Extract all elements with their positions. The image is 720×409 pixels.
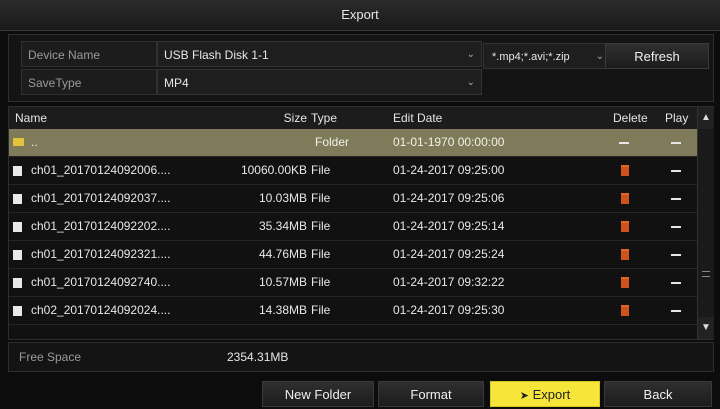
- chevron-down-icon: ⌄: [466, 77, 475, 88]
- file-size: 35.34MB: [258, 219, 307, 233]
- file-size: 14.38MB: [258, 303, 307, 317]
- file-edit-date: 01-24-2017 09:25:14: [393, 219, 505, 233]
- export-button-label: Export: [532, 387, 571, 402]
- savetype-select[interactable]: MP4 ⌄: [157, 69, 482, 95]
- device-name-value: USB Flash Disk 1-1: [164, 48, 269, 62]
- play-disabled-icon: [671, 142, 681, 144]
- device-name-label: Device Name: [21, 41, 157, 67]
- file-type: Folder: [315, 135, 350, 149]
- trash-icon[interactable]: [621, 249, 629, 260]
- play-disabled-icon: [671, 226, 681, 228]
- file-icon: [13, 222, 22, 232]
- file-type: File: [311, 219, 331, 233]
- savetype-row: SaveType MP4 ⌄: [17, 69, 482, 95]
- refresh-button[interactable]: Refresh: [605, 43, 709, 69]
- trash-icon[interactable]: [621, 165, 629, 176]
- back-button[interactable]: Back: [604, 381, 712, 407]
- trash-icon[interactable]: [621, 193, 629, 204]
- table-row[interactable]: .. Folder 01-01-1970 00:00:00: [9, 129, 697, 157]
- table-row[interactable]: ch02_20170124092024.... 14.38MB File 01-24-…: [9, 297, 697, 325]
- device-panel: Device Name USB Flash Disk 1-1 ⌄ SaveTyp…: [8, 34, 714, 102]
- file-type: File: [311, 247, 331, 261]
- play-disabled-icon: [671, 282, 681, 284]
- trash-icon[interactable]: [621, 305, 629, 316]
- play-disabled-icon: [671, 170, 681, 172]
- table-row[interactable]: ch01_20170124092037.... 10.03MB File 01-24-…: [9, 185, 697, 213]
- scrollbar[interactable]: ▲ ▼: [697, 107, 714, 339]
- dialog-title: Export: [0, 0, 720, 31]
- cursor-arrow-icon: ➤: [519, 390, 529, 402]
- play-disabled-icon: [671, 198, 681, 200]
- scroll-up-icon[interactable]: ▲: [698, 107, 714, 129]
- file-name: ..: [31, 135, 38, 149]
- file-size: 10.57MB: [258, 275, 307, 289]
- file-edit-date: 01-24-2017 09:25:24: [393, 247, 505, 261]
- savetype-value: MP4: [164, 76, 189, 90]
- file-edit-date: 01-24-2017 09:25:30: [393, 303, 505, 317]
- file-type: File: [311, 275, 331, 289]
- play-disabled-icon: [671, 254, 681, 256]
- file-type: File: [311, 163, 331, 177]
- free-space-value: 2354.31MB: [227, 350, 289, 364]
- format-button[interactable]: Format: [378, 381, 484, 407]
- file-type-filter-value: *.mp4;*.avi;*.zip: [492, 51, 570, 63]
- file-name: ch01_20170124092037....: [31, 191, 171, 205]
- file-type: File: [311, 191, 331, 205]
- file-edit-date: 01-24-2017 09:25:00: [393, 163, 505, 177]
- scroll-grip: [702, 271, 710, 272]
- table-row[interactable]: ch01_20170124092740.... 10.57MB File 01-24-…: [9, 269, 697, 297]
- free-space-label: Free Space: [19, 350, 82, 364]
- table-header: Name Size Type Edit Date Delete Play: [9, 107, 697, 130]
- file-icon: [13, 278, 22, 288]
- scroll-grip: [702, 276, 710, 277]
- play-disabled-icon: [671, 310, 681, 312]
- device-name-row: Device Name USB Flash Disk 1-1 ⌄: [17, 41, 482, 67]
- file-icon: [13, 250, 22, 260]
- folder-icon: [13, 138, 24, 146]
- file-type: File: [311, 303, 331, 317]
- col-name[interactable]: Name: [15, 107, 47, 129]
- savetype-label: SaveType: [21, 69, 157, 95]
- col-type[interactable]: Type: [311, 107, 337, 129]
- file-name: ch01_20170124092740....: [31, 275, 171, 289]
- file-icon: [13, 166, 22, 176]
- file-icon: [13, 194, 22, 204]
- device-name-select[interactable]: USB Flash Disk 1-1 ⌄: [157, 41, 482, 67]
- file-edit-date: 01-01-1970 00:00:00: [393, 135, 505, 149]
- col-play: Play: [665, 111, 689, 125]
- file-size: 10060.00KB: [240, 163, 307, 177]
- chevron-down-icon: ⌄: [466, 49, 475, 60]
- file-edit-date: 01-24-2017 09:25:06: [393, 191, 505, 205]
- file-size: [219, 129, 307, 156]
- file-size: 44.76MB: [258, 247, 307, 261]
- col-delete: Delete: [613, 111, 648, 125]
- chevron-down-icon: ⌄: [595, 51, 604, 62]
- scroll-down-icon[interactable]: ▼: [698, 317, 714, 339]
- trash-icon[interactable]: [621, 277, 629, 288]
- col-size[interactable]: Size: [267, 107, 307, 129]
- file-edit-date: 01-24-2017 09:32:22: [393, 275, 505, 289]
- file-name: ch01_20170124092006....: [31, 163, 171, 177]
- table-row[interactable]: ch01_20170124092202.... 35.34MB File 01-24-…: [9, 213, 697, 241]
- col-edit-date[interactable]: Edit Date: [393, 107, 442, 129]
- file-icon: [13, 306, 22, 316]
- export-button[interactable]: ➤ Export: [490, 381, 600, 407]
- file-name: ch01_20170124092321....: [31, 247, 171, 261]
- free-space-bar: Free Space 2354.31MB: [8, 342, 714, 372]
- delete-disabled-icon: [619, 142, 629, 144]
- trash-icon[interactable]: [621, 221, 629, 232]
- table-row[interactable]: ch01_20170124092321.... 44.76MB File 01-24-…: [9, 241, 697, 269]
- file-name: ch01_20170124092202....: [31, 219, 171, 233]
- file-name: ch02_20170124092024....: [31, 303, 171, 317]
- table-row[interactable]: ch01_20170124092006.... 10060.00KB File 01-…: [9, 157, 697, 185]
- file-table: Name Size Type Edit Date Delete Play .. F…: [8, 106, 714, 340]
- file-type-filter[interactable]: *.mp4;*.avi;*.zip ⌄: [483, 43, 611, 69]
- new-folder-button[interactable]: New Folder: [262, 381, 374, 407]
- file-size: 10.03MB: [258, 191, 307, 205]
